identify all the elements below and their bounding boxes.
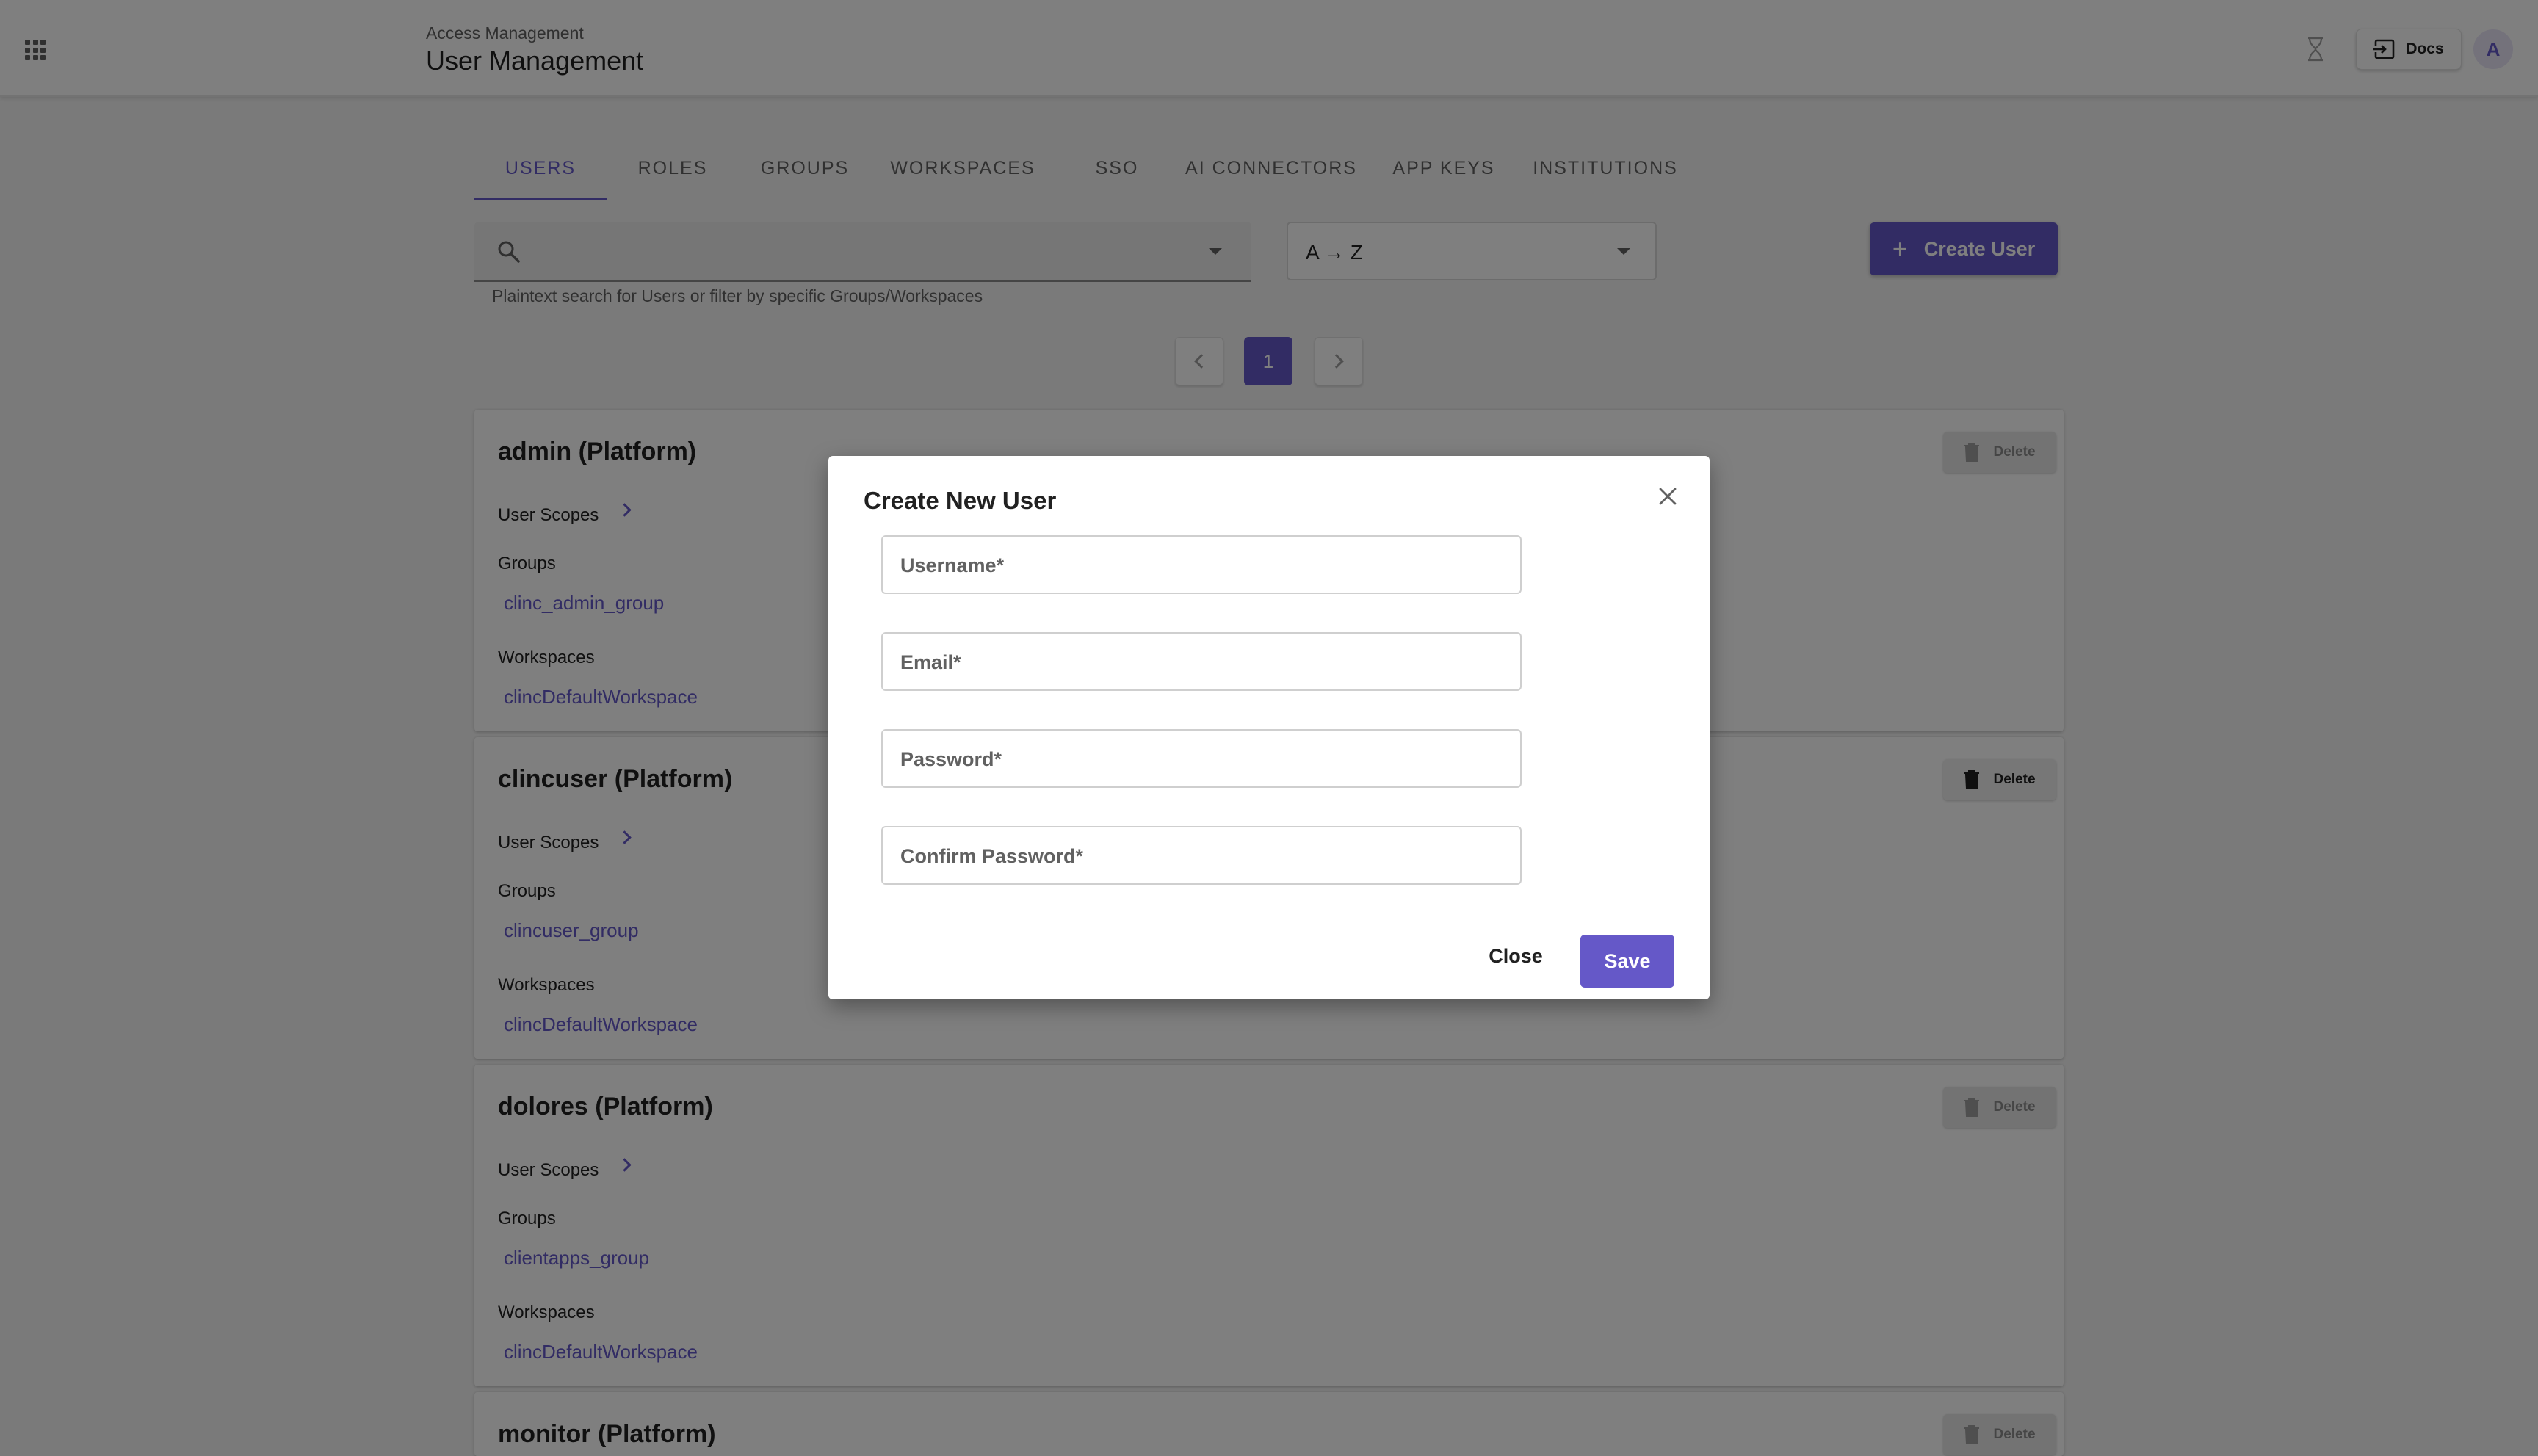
password-field[interactable] (881, 729, 1522, 788)
username-input[interactable] (900, 548, 1503, 582)
create-user-dialog: Create New User Close Save (828, 456, 1710, 999)
username-field[interactable] (881, 535, 1522, 594)
confirm-password-field[interactable] (881, 826, 1522, 885)
save-button[interactable]: Save (1580, 935, 1674, 988)
confirm-password-input[interactable] (900, 839, 1503, 873)
dialog-title: Create New User (864, 487, 1057, 514)
close-button[interactable]: Close (1480, 937, 1551, 975)
close-icon[interactable] (1657, 485, 1679, 507)
password-input[interactable] (900, 742, 1503, 776)
email-input[interactable] (900, 645, 1503, 679)
email-field[interactable] (881, 632, 1522, 691)
